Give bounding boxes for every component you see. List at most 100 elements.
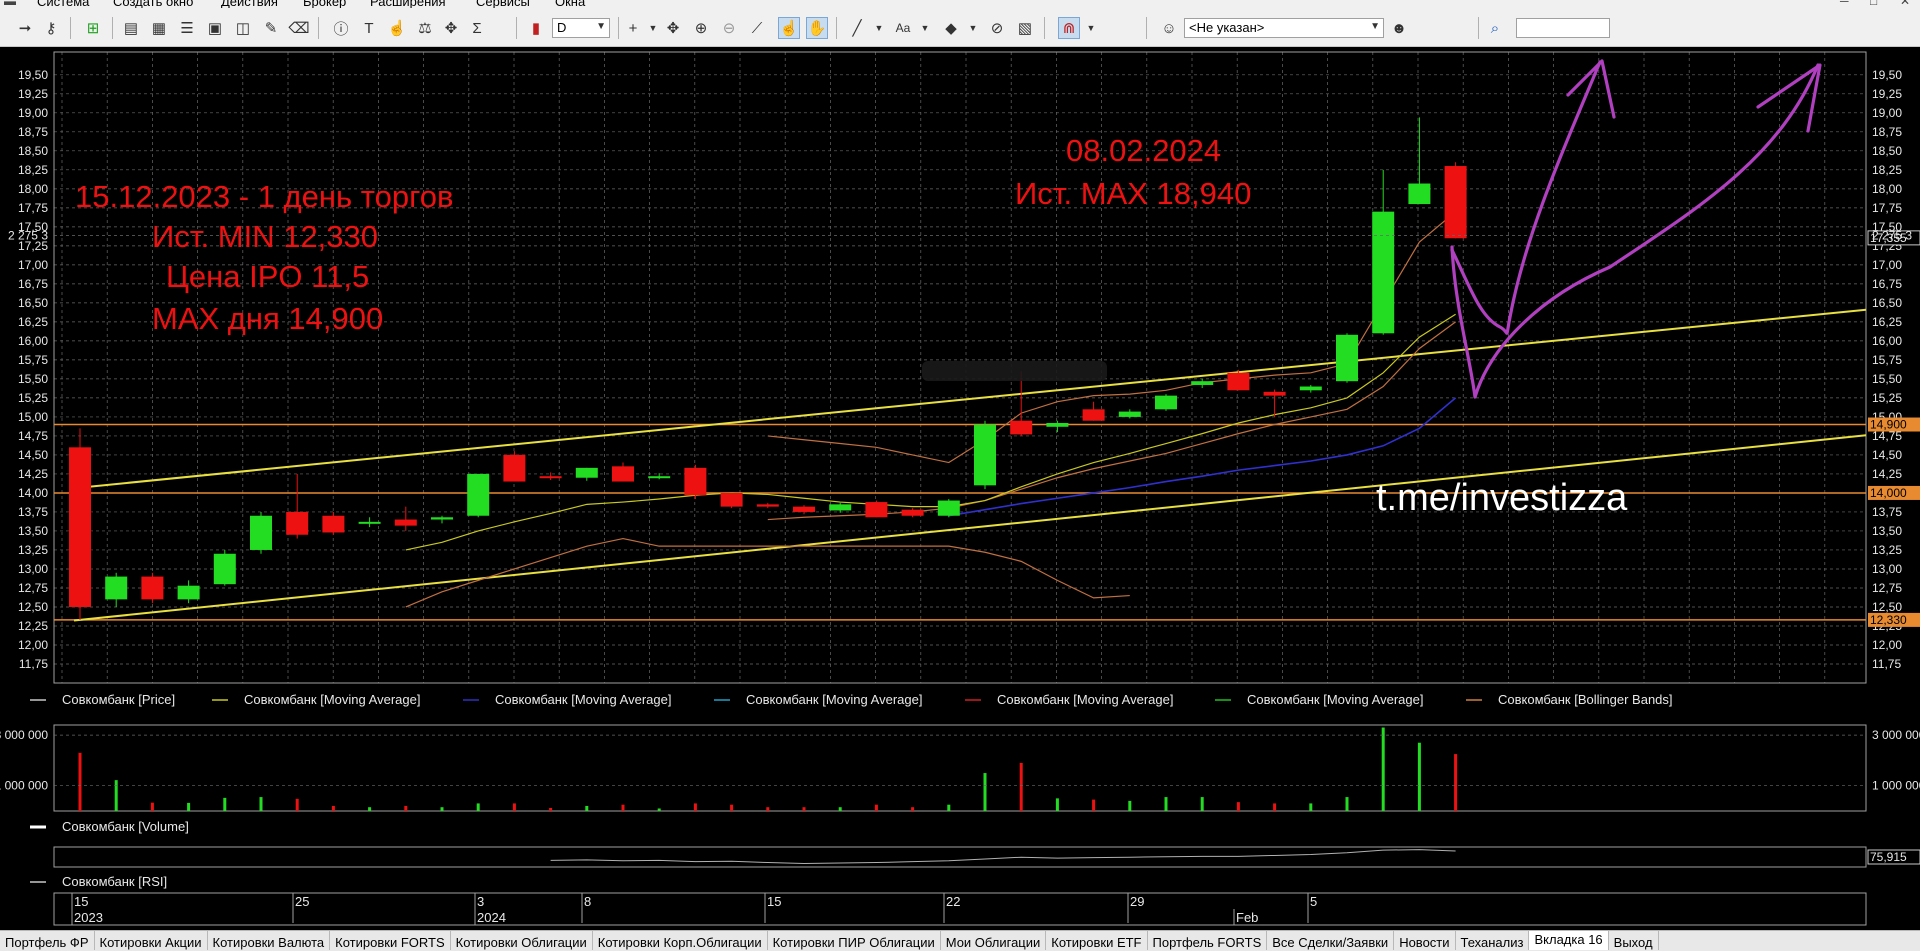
chart-area[interactable]: 19,50 19,50 19,25 19,25 19,00 19,00 18,75 18,75… xyxy=(0,47,1920,930)
volume-bar xyxy=(874,804,878,811)
scale-icon[interactable]: ⚖ xyxy=(414,17,436,39)
pan-icon[interactable]: ☝ xyxy=(778,17,800,39)
toolbar: ➞ ⚷ ⊞ ▤ ▦ ☰ ▣ ◫ ✎ ⌫ ⓘ T ☝ ⚖ ✥ Σ ▮ D ▼ + ▼… xyxy=(0,8,1920,47)
price-tick-right: 15,25 xyxy=(1872,391,1902,405)
candle-body xyxy=(431,517,453,520)
workspace-tab[interactable]: Мои Облигации xyxy=(941,931,1047,950)
minimize-icon[interactable]: ─ xyxy=(1840,0,1849,8)
user-icon[interactable]: ☺ xyxy=(1158,17,1180,39)
candles-icon[interactable]: ▮ xyxy=(525,17,547,39)
workspace-tab[interactable]: Выход xyxy=(1609,931,1659,950)
annotation-left-line: MAX дня 14,900 xyxy=(152,301,383,336)
menu-item-broker[interactable]: Брокер xyxy=(303,0,346,8)
candle-body xyxy=(322,515,345,533)
price-tick-left: 16,75 xyxy=(18,277,48,291)
client-select[interactable]: <Не указан> ▼ xyxy=(1184,18,1384,38)
line-menu-icon[interactable]: ▼ xyxy=(868,17,890,39)
zoom-out-icon[interactable]: ⊖ xyxy=(718,17,740,39)
font-icon[interactable]: Aa xyxy=(892,17,914,39)
edit-icon[interactable]: ✎ xyxy=(260,17,282,39)
add-icon[interactable]: ⊞ xyxy=(82,17,104,39)
volume-bar xyxy=(476,803,480,811)
crosshair-menu-icon[interactable]: ▼ xyxy=(642,17,664,39)
candle-body xyxy=(286,511,309,535)
candle-body xyxy=(1372,211,1395,334)
chevron-down-icon: ▼ xyxy=(596,21,606,32)
menu-item-windows[interactable]: Окна xyxy=(555,0,585,8)
magnet-menu-icon[interactable]: ▼ xyxy=(1080,17,1102,39)
close-icon[interactable]: ✕ xyxy=(1900,0,1910,8)
chart-window-icon[interactable]: ▦ xyxy=(148,17,170,39)
workspace-tab[interactable]: Котировки ПИР Облигации xyxy=(768,931,941,950)
table-icon[interactable]: ▤ xyxy=(120,17,142,39)
workspace-tab[interactable]: Котировки Акции xyxy=(95,931,208,950)
workspace-tab[interactable]: Портфель ФР xyxy=(0,931,95,950)
workspace-tab[interactable]: Теханализ xyxy=(1456,931,1530,950)
candle-body xyxy=(467,473,490,516)
crosshair-icon[interactable]: + xyxy=(622,17,644,39)
zoom-in-icon[interactable]: ⊕ xyxy=(690,17,712,39)
volume-bar xyxy=(1128,800,1132,811)
font-menu-icon[interactable]: ▼ xyxy=(914,17,936,39)
search-input[interactable] xyxy=(1516,18,1610,38)
workspace-tab[interactable]: Котировки ETF xyxy=(1046,931,1148,950)
app-menu-icon[interactable]: ▬ xyxy=(4,0,16,8)
user-settings-icon[interactable]: ☻ xyxy=(1388,17,1410,39)
level-price-label: 14,900 xyxy=(1870,418,1907,432)
candle-body xyxy=(177,585,200,600)
date-label: 25 xyxy=(295,894,309,909)
menu-item-system[interactable]: Система xyxy=(37,0,89,8)
candle-body xyxy=(793,506,815,512)
workspace-tab[interactable]: Новости xyxy=(1394,931,1456,950)
workspace-tab[interactable]: Все Сделки/Заявки xyxy=(1267,931,1395,950)
maximize-icon[interactable]: □ xyxy=(1870,0,1877,8)
interval-select[interactable]: D ▼ xyxy=(552,18,610,38)
price-tick-right: 15,50 xyxy=(1872,372,1902,386)
layers-icon[interactable]: ▧ xyxy=(1014,17,1036,39)
volume-bar xyxy=(766,807,770,811)
delete-icon[interactable]: ⌫ xyxy=(288,17,310,39)
price-tick-left: 15,75 xyxy=(18,353,48,367)
menu-item-services[interactable]: Сервисы xyxy=(476,0,530,8)
price-tick-right: 17,00 xyxy=(1872,258,1902,272)
price-tick-left: 18,75 xyxy=(18,125,48,139)
candle-body xyxy=(720,492,743,507)
workspace-tab[interactable]: Портфель FORTS xyxy=(1148,931,1268,950)
legend-label: Совкомбанк [Moving Average] xyxy=(244,692,420,707)
fill-icon[interactable]: ◆ xyxy=(940,17,962,39)
legend-label: Совкомбанк [Moving Average] xyxy=(997,692,1173,707)
move-icon[interactable]: ✥ xyxy=(440,17,462,39)
line-tool-icon[interactable]: ╱ xyxy=(846,17,868,39)
zoom-window-icon[interactable]: ◫ xyxy=(232,17,254,39)
price-tick-left: 15,00 xyxy=(18,410,48,424)
grab-icon[interactable]: ✋ xyxy=(806,17,828,39)
hide-icon[interactable]: ⊘ xyxy=(986,17,1008,39)
price-tick-right: 11,75 xyxy=(1872,657,1901,671)
magnet-icon[interactable]: ⋒ xyxy=(1058,17,1080,39)
text-icon[interactable]: T xyxy=(358,17,380,39)
menu-item-extensions[interactable]: Расширения xyxy=(370,0,446,8)
price-tick-right: 13,25 xyxy=(1872,543,1902,557)
ruler-icon[interactable]: ⟋ xyxy=(746,17,768,39)
info-icon[interactable]: ⓘ xyxy=(330,17,352,39)
arrow-right-icon[interactable]: ➞ xyxy=(14,17,36,39)
move-arrows-icon[interactable]: ✥ xyxy=(662,17,684,39)
workspace-tab[interactable]: Котировки Валюта xyxy=(208,931,331,950)
sigma-icon[interactable]: Σ xyxy=(466,17,488,39)
date-label: 22 xyxy=(946,894,960,909)
connect-icon[interactable]: ⚷ xyxy=(40,17,62,39)
price-tick-right: 18,75 xyxy=(1872,125,1902,139)
workspace-tab[interactable]: Котировки Облигации xyxy=(451,931,593,950)
fill-menu-icon[interactable]: ▼ xyxy=(962,17,984,39)
calculator-icon[interactable]: ▣ xyxy=(204,17,226,39)
menu-item-actions[interactable]: Действия xyxy=(221,0,278,8)
workspace-tab[interactable]: Котировки FORTS xyxy=(330,931,451,950)
search-icon[interactable]: ⌕ xyxy=(1484,17,1506,39)
hand-icon[interactable]: ☝ xyxy=(386,17,408,39)
volume-bar xyxy=(585,805,589,811)
menu-item-new-window[interactable]: Создать окно xyxy=(113,0,193,8)
list-icon[interactable]: ☰ xyxy=(176,17,198,39)
workspace-tab[interactable]: Котировки Корп.Облигации xyxy=(593,931,768,950)
workspace-tab[interactable]: Вкладка 16 xyxy=(1529,931,1609,950)
chevron-down-icon: ▼ xyxy=(1370,21,1380,32)
